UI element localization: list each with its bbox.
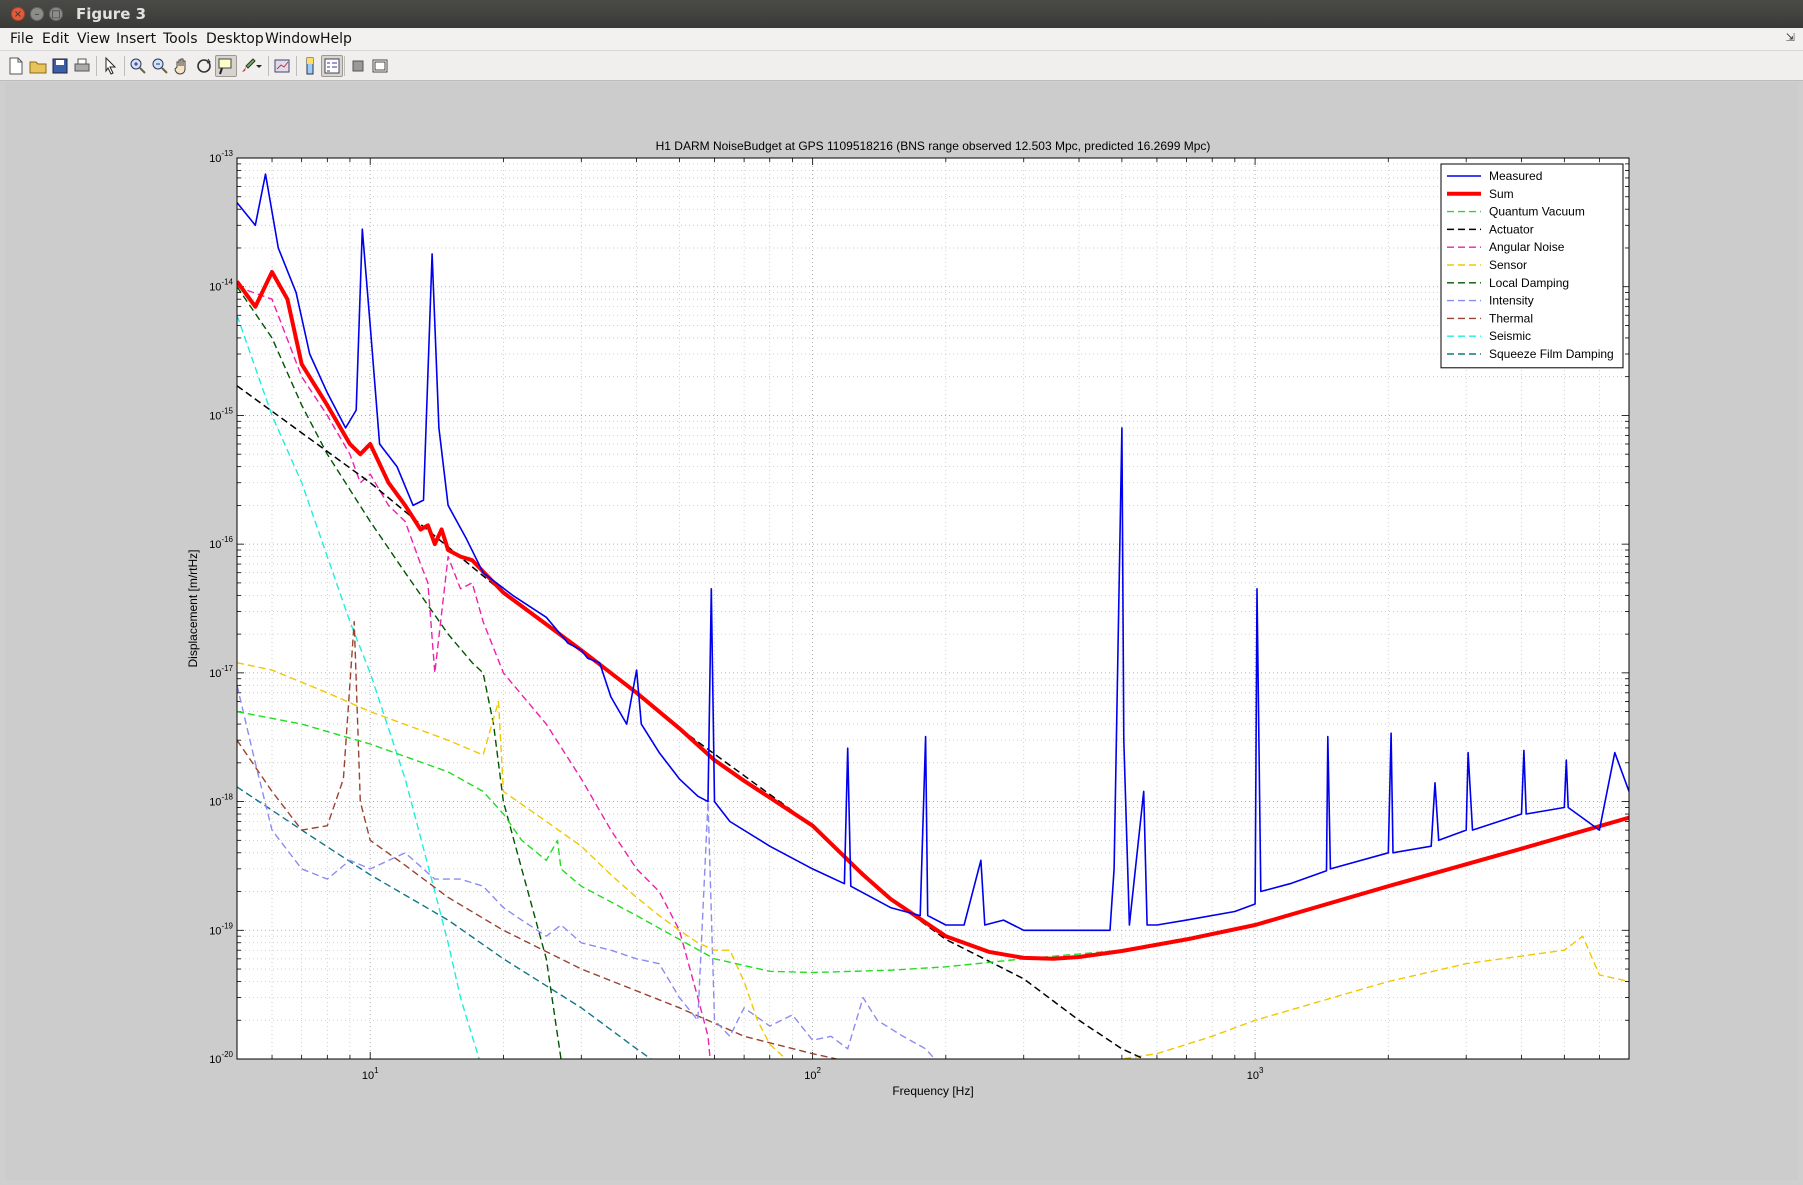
toolbar <box>0 51 1803 81</box>
legend-label: Actuator <box>1489 222 1534 236</box>
menubar: File Edit View Insert Tools Desktop Wind… <box>0 28 1803 51</box>
printer-icon <box>74 58 90 72</box>
show-plot-tools-button[interactable] <box>369 55 391 77</box>
maximize-icon: □ <box>51 9 61 20</box>
legend-label: Thermal <box>1489 311 1533 325</box>
floppy-disk-icon <box>52 58 68 74</box>
legend-label: Seismic <box>1489 329 1531 343</box>
x-axis-label: Frequency [Hz] <box>892 1084 973 1098</box>
rotate-3d-icon <box>197 58 211 73</box>
insert-colorbar-button[interactable] <box>299 55 321 77</box>
menu-insert[interactable]: Insert <box>116 31 156 47</box>
show-tools-icon <box>372 59 388 73</box>
new-figure-button[interactable] <box>5 55 27 77</box>
toolbar-separator <box>344 56 345 76</box>
toolbar-separator <box>268 56 269 76</box>
minimize-window-button[interactable]: – <box>30 7 44 21</box>
rotate-3d-button[interactable] <box>193 55 215 77</box>
chevron-down-icon <box>256 65 262 68</box>
menu-tools[interactable]: Tools <box>163 31 198 47</box>
y-axis-label: Displacement [m/rtHz] <box>186 549 200 667</box>
window-titlebar: × – □ Figure 3 <box>0 0 1803 28</box>
menubar-dock-arrow-icon[interactable]: ⇲ <box>1786 31 1795 44</box>
menu-file[interactable]: File <box>10 31 33 47</box>
menu-window[interactable]: Window <box>265 31 320 47</box>
toolbar-separator <box>296 56 297 76</box>
x-tick-label: 103 <box>1247 1066 1264 1082</box>
open-file-button[interactable] <box>27 55 49 77</box>
legend-label: Local Damping <box>1489 276 1569 290</box>
arrow-cursor-icon <box>105 56 117 75</box>
window-title: Figure 3 <box>76 5 147 23</box>
hide-tools-icon <box>352 60 364 72</box>
legend-label: Sensor <box>1489 258 1527 272</box>
y-tick-label: 10-13 <box>209 149 233 165</box>
maximize-window-button[interactable]: □ <box>49 7 63 21</box>
legend[interactable]: Measured Sum Quantum Vacuum Actuator Angular… <box>1440 163 1624 369</box>
y-tick-label: 10-16 <box>209 535 233 551</box>
insert-legend-button[interactable] <box>321 55 343 77</box>
minimize-icon: – <box>34 9 40 20</box>
new-file-icon <box>9 57 23 75</box>
legend-icon <box>324 58 340 74</box>
save-figure-button[interactable] <box>49 55 71 77</box>
y-tick-label: 10-18 <box>209 793 233 809</box>
legend-label: Intensity <box>1489 294 1534 308</box>
close-icon: × <box>13 9 23 20</box>
zoom-out-button[interactable] <box>149 55 171 77</box>
y-tick-label: 10-15 <box>209 406 233 422</box>
menu-desktop[interactable]: Desktop <box>206 31 264 47</box>
link-plot-button[interactable] <box>271 55 293 77</box>
legend-label: Squeeze Film Damping <box>1489 347 1614 361</box>
data-cursor-button[interactable] <box>215 55 237 77</box>
folder-open-icon <box>29 61 47 74</box>
pan-button[interactable] <box>171 55 193 77</box>
menu-view[interactable]: View <box>77 31 110 47</box>
zoom-in-icon <box>130 58 146 74</box>
x-tick-label: 102 <box>804 1066 821 1082</box>
data-cursor-icon <box>218 58 232 75</box>
y-tick-label: 10-20 <box>209 1050 233 1066</box>
hand-icon <box>174 58 186 75</box>
brush-dropdown[interactable] <box>254 55 264 77</box>
zoom-in-button[interactable] <box>127 55 149 77</box>
legend-label: Quantum Vacuum <box>1489 205 1585 219</box>
menu-edit[interactable]: Edit <box>42 31 69 47</box>
toolbar-separator <box>96 56 97 76</box>
plot-area[interactable] <box>237 158 1629 1059</box>
chart-title: H1 DARM NoiseBudget at GPS 1109518216 (B… <box>656 139 1211 153</box>
colorbar-icon <box>306 57 314 75</box>
toolbar-separator <box>124 56 125 76</box>
legend-label: Sum <box>1489 187 1514 201</box>
figure-canvas: 101 102 103 10-13 10-14 10-15 10-16 10-17 10-18 1… <box>5 82 1798 1180</box>
x-tick-label: 101 <box>362 1066 379 1082</box>
zoom-out-icon <box>152 58 168 74</box>
y-tick-label: 10-19 <box>209 921 233 937</box>
hide-plot-tools-button[interactable] <box>347 55 369 77</box>
close-window-button[interactable]: × <box>11 7 25 21</box>
link-plot-icon <box>274 59 290 73</box>
y-tick-label: 10-14 <box>209 278 233 294</box>
y-tick-label: 10-17 <box>209 664 233 680</box>
noise-budget-chart[interactable]: 101 102 103 10-13 10-14 10-15 10-16 10-17 10-18 1… <box>5 82 1798 1180</box>
legend-label: Measured <box>1489 169 1542 183</box>
edit-plot-button[interactable] <box>99 55 121 77</box>
print-figure-button[interactable] <box>71 55 93 77</box>
legend-label: Angular Noise <box>1489 240 1565 254</box>
menu-help[interactable]: Help <box>320 31 352 47</box>
